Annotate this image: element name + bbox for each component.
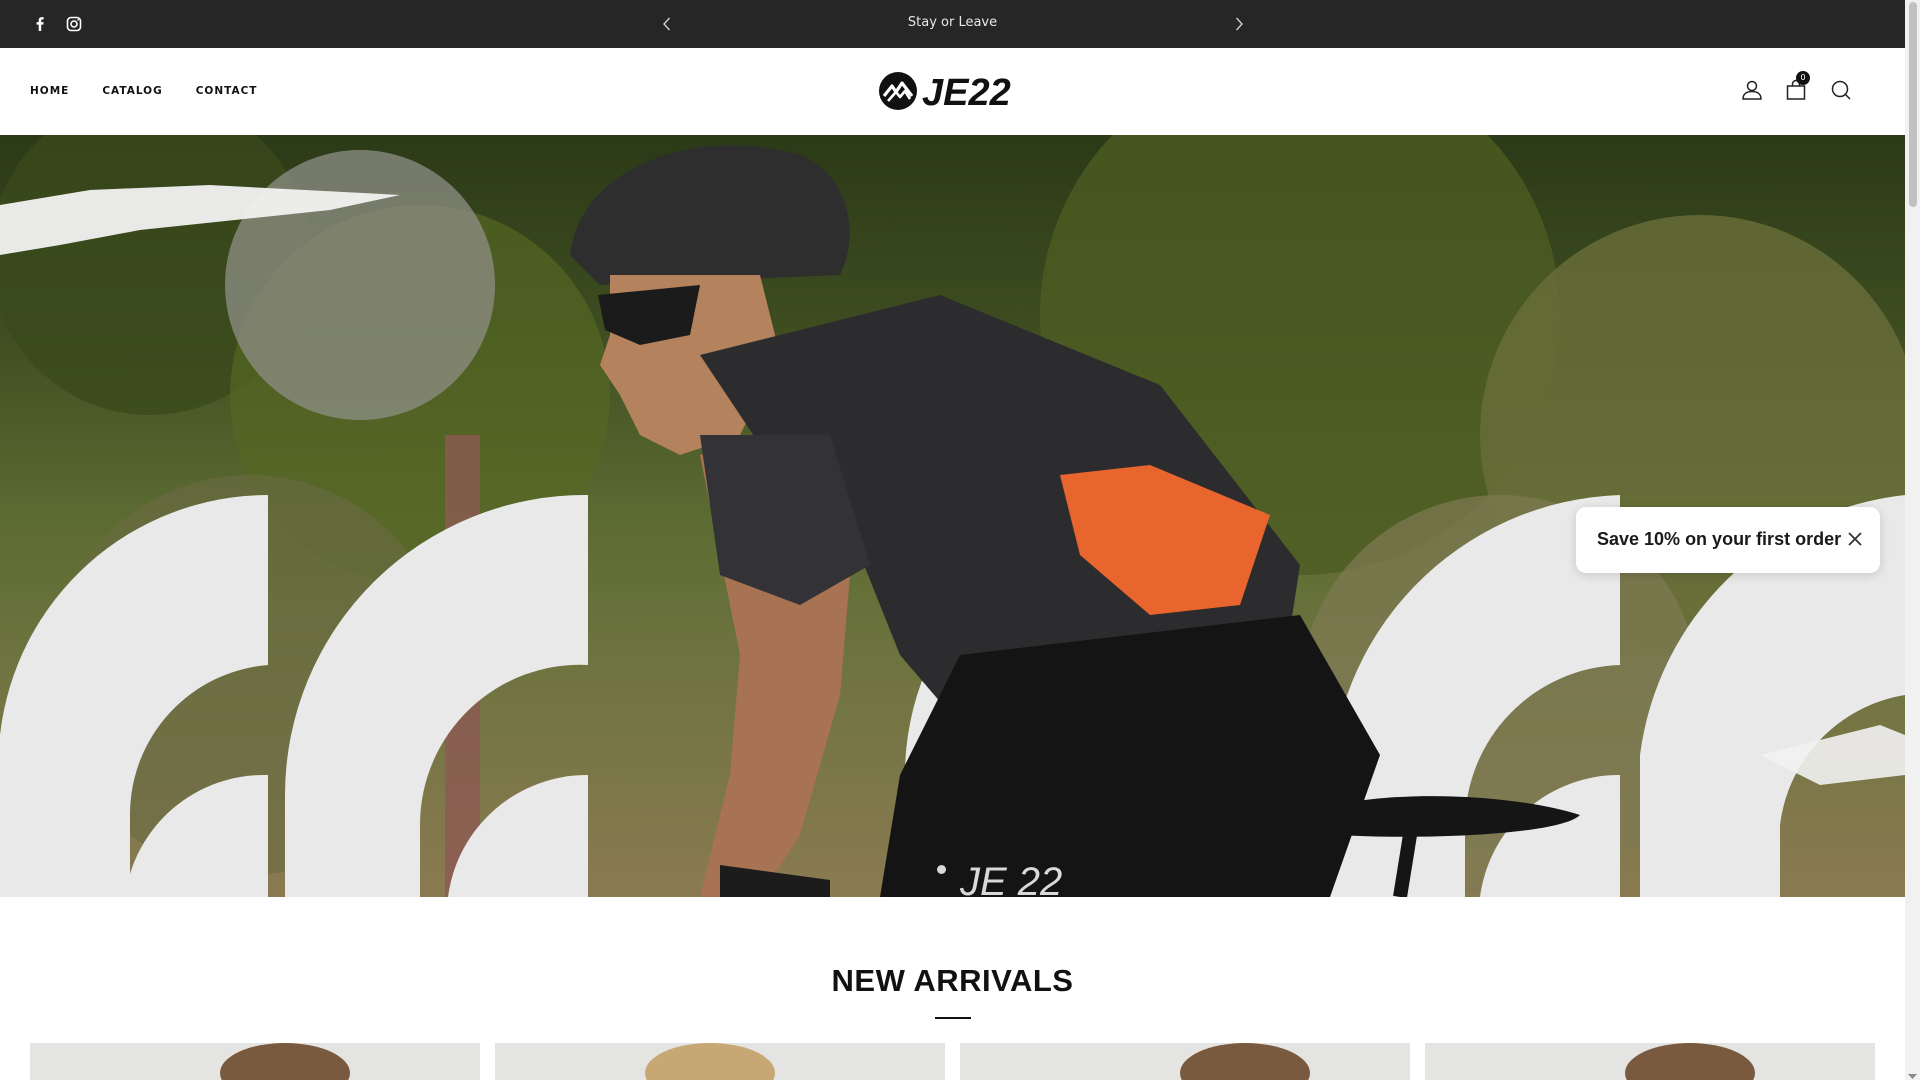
product-image [1180,1043,1310,1080]
slide-dot-1[interactable] [937,865,946,874]
announcement-message: Stay or Leave [907,15,998,30]
account-icon[interactable] [1740,78,1764,102]
product-card[interactable] [495,1043,945,1080]
main-nav: HOME CATALOG CONTACT [30,85,257,97]
product-image [220,1043,350,1080]
nav-home[interactable]: HOME [30,85,69,97]
header-actions: 0 [1742,71,1905,108]
product-card[interactable] [1425,1043,1875,1080]
product-image [1625,1043,1755,1080]
product-card[interactable] [960,1043,1410,1080]
nav-contact[interactable]: CONTACT [196,85,258,97]
cart-count-badge: 0 [1796,71,1810,85]
shorts-print: JE 22 [959,860,1062,897]
search-icon[interactable] [1829,78,1853,102]
logo-wordmark: JE22 [922,72,1011,112]
discount-popup[interactable]: Save 10% on your first order [1576,507,1880,573]
product-image [645,1043,775,1080]
announcement-bar: Stay or Leave [0,0,1905,48]
product-card[interactable] [30,1043,480,1080]
page-scrollbar[interactable] [1905,0,1920,1080]
nav-catalog[interactable]: CATALOG [102,85,162,97]
popup-text: Save 10% on your first order [1597,529,1842,549]
scrollbar-thumb[interactable] [1909,2,1917,207]
title-divider [935,1017,971,1019]
site-header: HOME CATALOG CONTACT JE22 0 [0,48,1905,135]
scroll-down-arrow-icon[interactable] [1908,1066,1917,1079]
product-grid [30,1043,1875,1080]
site-logo[interactable]: JE22 [878,70,1028,114]
cart-icon[interactable]: 0 [1784,71,1810,102]
section-title: NEW ARRIVALS [831,963,1074,998]
chevron-right-icon[interactable] [1228,13,1250,35]
close-icon[interactable] [1846,530,1864,548]
